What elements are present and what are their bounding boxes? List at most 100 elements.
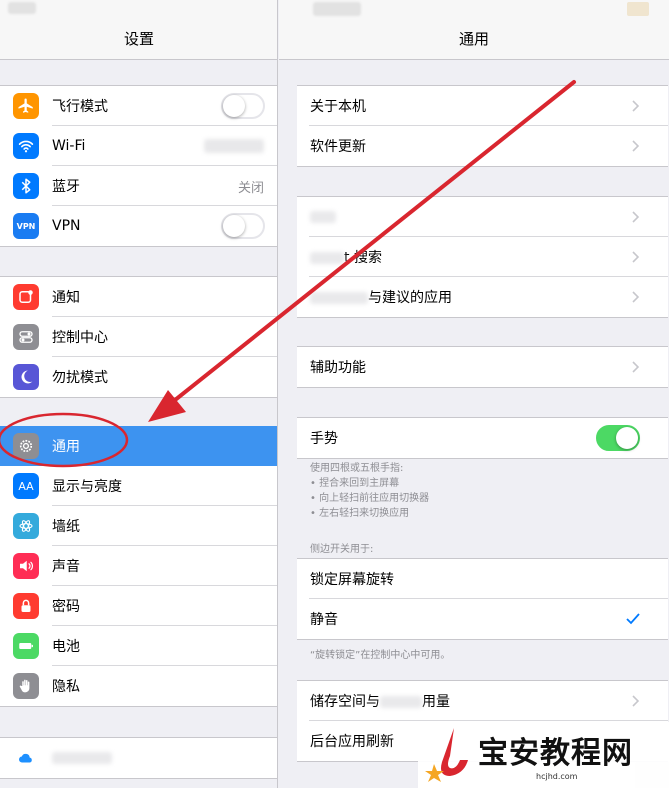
sidebar-item-display-brightness[interactable]: AA 显示与亮度 <box>0 466 277 506</box>
blurred-text <box>380 696 422 708</box>
sidebar-item-passcode[interactable]: 密码 <box>0 586 277 626</box>
detail-group-accessibility: 辅助功能 <box>297 346 668 388</box>
row-lock-rotation[interactable]: 锁定屏幕旋转 <box>297 559 668 599</box>
sidebar-item-label: VPN <box>52 218 81 234</box>
row-label: 手势 <box>310 431 338 447</box>
detail-group-about: 关于本机 软件更新 <box>297 85 668 167</box>
watermark-logo-icon <box>425 728 468 782</box>
hand-icon <box>13 673 39 699</box>
sidebar-item-control-center[interactable]: 控制中心 <box>0 317 277 357</box>
general-detail-pane: 通用 关于本机 软件更新 t 搜索 与建议的应用 辅助功能 手势 使用四根或五根… <box>279 0 669 788</box>
row-gestures[interactable]: 手势 <box>297 418 668 458</box>
settings-sidebar: 设置 飞行模式 Wi-Fi 蓝牙 关闭 VPN VPN 通知 控制中心 勿扰模式… <box>0 0 278 788</box>
bluetooth-status: 关闭 <box>237 180 264 196</box>
row-suggested-apps[interactable]: 与建议的应用 <box>297 277 668 317</box>
sidebar-item-general[interactable]: 通用 <box>0 426 277 466</box>
status-bar <box>279 0 669 20</box>
row-accessibility[interactable]: 辅助功能 <box>297 347 668 387</box>
row-label: 静音 <box>310 612 338 628</box>
chevron-right-icon <box>632 251 640 263</box>
bluetooth-icon <box>13 173 39 199</box>
gestures-footnote: 使用四根或五根手指: • 捏合来回到主屏幕 • 向上轻扫前往应用切换器 • 左右… <box>310 463 430 519</box>
battery-icon <box>13 633 39 659</box>
checkmark-icon <box>626 613 640 625</box>
sidebar-item-label: 蓝牙 <box>52 179 80 195</box>
sidebar-item-label: 墙纸 <box>52 519 80 535</box>
sidebar-item-wifi[interactable]: Wi-Fi <box>0 126 277 166</box>
sidebar-item-icloud[interactable] <box>0 738 277 778</box>
chevron-right-icon <box>632 211 640 223</box>
row-software-update[interactable]: 软件更新 <box>297 126 668 166</box>
chevron-right-icon <box>632 100 640 112</box>
blurred-status <box>8 2 36 14</box>
sidebar-item-label: 密码 <box>52 599 80 615</box>
control-center-icon <box>13 324 39 350</box>
sidebar-item-do-not-disturb[interactable]: 勿扰模式 <box>0 357 277 397</box>
side-switch-header: 侧边开关用于: <box>310 544 374 555</box>
detail-group-side-switch: 锁定屏幕旋转 静音 <box>297 558 668 640</box>
sidebar-title: 设置 <box>123 30 154 48</box>
blurred-text <box>310 292 368 304</box>
sidebar-item-label: 显示与亮度 <box>52 479 122 495</box>
sidebar-item-label: Wi-Fi <box>52 138 86 154</box>
row-label: 与建议的应用 <box>310 287 632 307</box>
row-mute[interactable]: 静音 <box>297 599 668 639</box>
sidebar-item-vpn[interactable]: VPN VPN <box>0 206 277 246</box>
moon-icon <box>13 364 39 390</box>
row-label: 关于本机 <box>310 99 366 115</box>
sidebar-group-connectivity: 飞行模式 Wi-Fi 蓝牙 关闭 VPN VPN <box>0 85 277 247</box>
row-label: t 搜索 <box>310 247 632 267</box>
site-watermark: 宝安教程网 hcjhd.com <box>418 722 669 788</box>
sidebar-item-notifications[interactable]: 通知 <box>0 277 277 317</box>
chevron-right-icon <box>632 140 640 152</box>
lock-icon <box>13 593 39 619</box>
display-icon: AA <box>13 473 39 499</box>
sidebar-item-label: 飞行模式 <box>52 99 108 115</box>
blurred-wifi-name <box>204 139 264 153</box>
row-label: 辅助功能 <box>310 360 366 376</box>
chevron-right-icon <box>632 291 640 303</box>
chevron-right-icon <box>632 695 640 707</box>
detail-title: 通用 <box>458 30 489 48</box>
sidebar-item-label: 通用 <box>52 439 80 455</box>
sidebar-item-label: 声音 <box>52 559 80 575</box>
vpn-toggle[interactable] <box>221 213 265 239</box>
sidebar-item-privacy[interactable]: 隐私 <box>0 666 277 706</box>
sidebar-group-notifications: 通知 控制中心 勿扰模式 <box>0 276 277 398</box>
gear-icon <box>13 433 39 459</box>
row-label: 锁定屏幕旋转 <box>310 572 394 588</box>
watermark-url: hcjhd.com <box>536 772 578 781</box>
sidebar-item-label: 电池 <box>52 639 80 655</box>
sidebar-item-label: 控制中心 <box>52 330 108 346</box>
detail-group-gestures: 手势 <box>297 417 668 459</box>
side-switch-footnote: “旋转锁定”在控制中心中可用。 <box>310 650 451 661</box>
sidebar-item-sounds[interactable]: 声音 <box>0 546 277 586</box>
gestures-toggle[interactable] <box>596 425 640 451</box>
sidebar-item-label: 通知 <box>52 290 80 306</box>
airplane-icon <box>13 93 39 119</box>
row-spotlight-search[interactable]: t 搜索 <box>297 237 668 277</box>
notifications-icon <box>13 284 39 310</box>
sidebar-item-airplane-mode[interactable]: 飞行模式 <box>0 86 277 126</box>
sidebar-item-bluetooth[interactable]: 蓝牙 关闭 <box>0 166 277 206</box>
icloud-icon <box>13 745 39 771</box>
sidebar-nav-bar: 设置 <box>0 20 277 60</box>
sidebar-item-wallpaper[interactable]: 墙纸 <box>0 506 277 546</box>
row-blurred[interactable] <box>297 197 668 237</box>
blurred-text <box>310 211 336 223</box>
sidebar-item-label: 勿扰模式 <box>52 370 108 386</box>
battery-status-icon <box>627 2 649 16</box>
row-storage-usage[interactable]: 储存空间与 用量 <box>297 681 668 721</box>
row-about[interactable]: 关于本机 <box>297 86 668 126</box>
row-label: 储存空间与 用量 <box>310 694 450 710</box>
detail-group-search: t 搜索 与建议的应用 <box>297 196 668 318</box>
airplane-mode-toggle[interactable] <box>221 93 265 119</box>
detail-nav-bar: 通用 <box>279 20 669 60</box>
wallpaper-icon <box>13 513 39 539</box>
sidebar-item-battery[interactable]: 电池 <box>0 626 277 666</box>
wifi-icon <box>13 133 39 159</box>
watermark-title: 宝安教程网 <box>478 736 633 771</box>
blurred-account-name <box>52 752 112 764</box>
row-label <box>310 209 632 225</box>
blurred-text <box>310 252 344 264</box>
